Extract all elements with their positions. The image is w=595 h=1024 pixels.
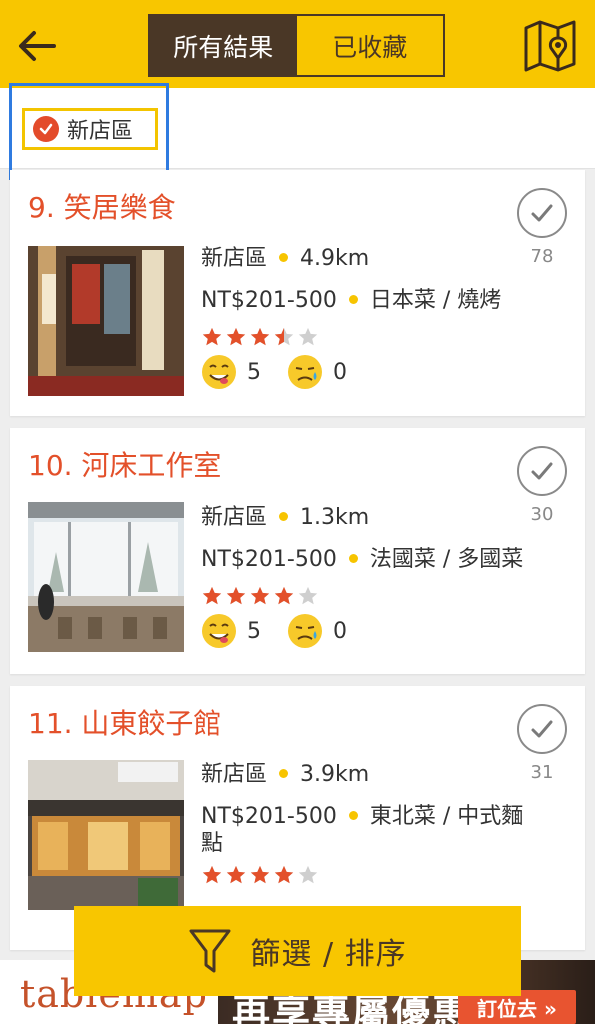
back-arrow-icon bbox=[19, 31, 56, 61]
price-label: NT$201-500 bbox=[201, 804, 337, 829]
save-count: 78 bbox=[530, 246, 554, 267]
restaurant-info: 新店區 3.9km NT$201-500 東北菜 / 中式麵 點 bbox=[201, 754, 569, 890]
district-filter-chip[interactable]: 新店區 bbox=[22, 108, 158, 150]
sad-emoji-icon[interactable] bbox=[287, 354, 323, 390]
cuisine-label: 日本菜 / 燒烤 bbox=[369, 288, 502, 313]
chip-label: 新店區 bbox=[67, 119, 134, 144]
distance-label: 3.9km bbox=[300, 762, 370, 787]
likes-count: 5 bbox=[247, 359, 261, 385]
map-pin-icon bbox=[524, 20, 576, 72]
star-icon bbox=[202, 327, 222, 346]
back-button[interactable] bbox=[14, 22, 60, 68]
map-button[interactable] bbox=[522, 18, 578, 74]
checkmark-icon bbox=[531, 720, 553, 738]
reactions: 5 0 bbox=[201, 352, 569, 392]
restaurant-info: 新店區 4.9km NT$201-500 日本菜 / 燒烤 5 0 bbox=[201, 238, 569, 392]
star-icon bbox=[298, 327, 318, 346]
price-label: NT$201-500 bbox=[201, 288, 337, 313]
star-icon bbox=[250, 865, 270, 884]
district-label: 新店區 bbox=[201, 505, 268, 530]
restaurant-card[interactable]: 9. 笑居樂食 新店區 4.9km NT$201-500 日本菜 / 燒烤 5 … bbox=[10, 170, 585, 416]
checkmark-icon bbox=[531, 462, 553, 480]
tab-all-results[interactable]: 所有結果 bbox=[150, 16, 297, 75]
tab-saved[interactable]: 已收藏 bbox=[296, 16, 443, 75]
star-icon bbox=[226, 865, 246, 884]
cuisine-label: 法國菜 / 多國菜 bbox=[369, 547, 524, 572]
filter-sort-button[interactable]: 篩選 / 排序 bbox=[74, 906, 521, 996]
checkmark-icon bbox=[531, 204, 553, 222]
save-count: 30 bbox=[530, 504, 554, 525]
top-app-bar: 所有結果 已收藏 bbox=[0, 0, 595, 88]
distance-label: 1.3km bbox=[300, 505, 370, 530]
restaurant-info: 新店區 1.3km NT$201-500 法國菜 / 多國菜 5 0 bbox=[201, 497, 569, 651]
reactions: 5 0 bbox=[201, 611, 569, 651]
save-count: 31 bbox=[530, 762, 554, 783]
funnel-icon bbox=[189, 929, 231, 973]
restaurant-title[interactable]: 10. 河床工作室 bbox=[28, 444, 221, 484]
save-check-button[interactable] bbox=[517, 704, 567, 754]
restaurant-title[interactable]: 11. 山東餃子館 bbox=[28, 702, 221, 742]
star-icon bbox=[226, 327, 246, 346]
star-rating bbox=[201, 860, 569, 890]
star-rating bbox=[201, 322, 569, 352]
result-tabs: 所有結果 已收藏 bbox=[148, 14, 445, 77]
price-label: NT$201-500 bbox=[201, 547, 337, 572]
star-icon bbox=[274, 865, 294, 884]
cuisine-label-continued: 點 bbox=[201, 831, 224, 856]
star-icon bbox=[202, 865, 222, 884]
distance-label: 4.9km bbox=[300, 246, 370, 271]
dislikes-count: 0 bbox=[333, 359, 347, 385]
yum-emoji-icon[interactable] bbox=[201, 354, 237, 390]
district-label: 新店區 bbox=[201, 246, 268, 271]
restaurant-card[interactable]: 10. 河床工作室 新店區 1.3km NT$201-500 法國菜 / 多國菜 bbox=[10, 428, 585, 674]
check-circle-icon bbox=[33, 116, 59, 142]
restaurant-photo[interactable] bbox=[28, 760, 184, 910]
star-icon bbox=[298, 865, 318, 884]
star-icon bbox=[226, 586, 246, 605]
star-icon bbox=[274, 327, 294, 346]
restaurant-photo[interactable] bbox=[28, 502, 184, 652]
star-icon bbox=[298, 586, 318, 605]
restaurant-photo[interactable] bbox=[28, 246, 184, 396]
cuisine-label: 東北菜 / 中式麵 bbox=[369, 804, 524, 829]
star-icon bbox=[202, 586, 222, 605]
star-icon bbox=[250, 327, 270, 346]
district-label: 新店區 bbox=[201, 762, 268, 787]
filter-sort-label: 篩選 / 排序 bbox=[250, 937, 407, 972]
star-icon bbox=[250, 586, 270, 605]
likes-count: 5 bbox=[247, 618, 261, 644]
sad-emoji-icon[interactable] bbox=[287, 613, 323, 649]
yum-emoji-icon[interactable] bbox=[201, 613, 237, 649]
save-check-button[interactable] bbox=[517, 188, 567, 238]
save-check-button[interactable] bbox=[517, 446, 567, 496]
restaurant-title[interactable]: 9. 笑居樂食 bbox=[28, 186, 176, 226]
star-icon bbox=[274, 586, 294, 605]
star-rating bbox=[201, 581, 569, 611]
dislikes-count: 0 bbox=[333, 618, 347, 644]
